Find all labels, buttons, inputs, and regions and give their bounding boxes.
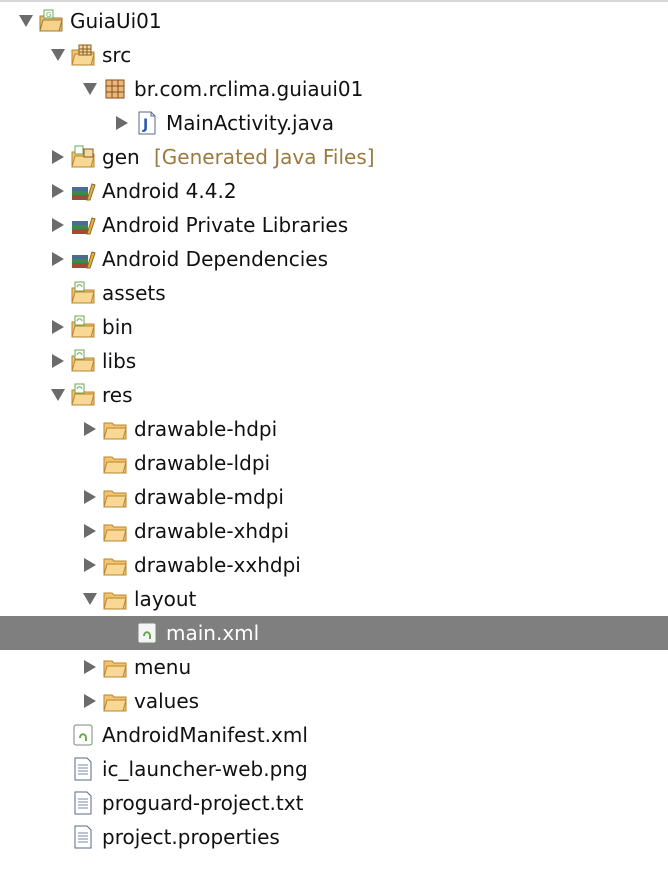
collapse-arrow-icon[interactable] — [80, 412, 100, 446]
xml-file-icon — [134, 621, 160, 645]
tree-item-decoration: [Generated Java Files] — [154, 145, 375, 169]
collapse-arrow-icon[interactable] — [48, 140, 68, 174]
tree-item-label: drawable-hdpi — [134, 417, 278, 441]
tree-item-label: proguard-project.txt — [102, 791, 304, 815]
text-file-icon — [70, 825, 96, 849]
tree-item-label: br.com.rclima.guiaui01 — [134, 77, 364, 101]
collapse-arrow-icon[interactable] — [48, 174, 68, 208]
tree-item-label: values — [134, 689, 200, 713]
tree-row[interactable]: Android Private Libraries — [0, 208, 668, 242]
tree-row[interactable]: layout — [0, 582, 668, 616]
top-edge — [0, 0, 668, 2]
package-icon — [102, 77, 128, 101]
tree-item-label: src — [102, 43, 132, 67]
tree-row[interactable]: drawable-xxhdpi — [0, 548, 668, 582]
tree-row[interactable]: bin — [0, 310, 668, 344]
tree-row[interactable]: menu — [0, 650, 668, 684]
tree-row[interactable]: Android 4.4.2 — [0, 174, 668, 208]
folder-icon — [102, 451, 128, 475]
collapse-arrow-icon[interactable] — [48, 310, 68, 344]
android-folder-icon — [70, 349, 96, 373]
library-icon — [70, 179, 96, 203]
text-file-icon — [70, 791, 96, 815]
android-folder-icon — [70, 383, 96, 407]
tree-row[interactable]: ic_launcher-web.png — [0, 752, 668, 786]
svg-text:J: J — [142, 117, 148, 133]
expand-arrow-icon[interactable] — [80, 582, 100, 616]
tree-row[interactable]: values — [0, 684, 668, 718]
folder-icon — [102, 553, 128, 577]
tree-item-label: menu — [134, 655, 192, 679]
tree-item-label: main.xml — [166, 621, 260, 645]
expand-arrow-icon[interactable] — [48, 38, 68, 72]
java-file-icon: J — [134, 111, 160, 135]
tree-item-label: Android Dependencies — [102, 247, 329, 271]
collapse-arrow-icon[interactable] — [80, 650, 100, 684]
tree-item-label: project.properties — [102, 825, 280, 849]
tree-row[interactable]: drawable-ldpi — [0, 446, 668, 480]
tree-row[interactable]: Android Dependencies — [0, 242, 668, 276]
tree-item-label: drawable-xhdpi — [134, 519, 290, 543]
svg-text:G: G — [46, 11, 51, 19]
tree-row[interactable]: drawable-mdpi — [0, 480, 668, 514]
tree-item-label: GuiaUi01 — [70, 9, 162, 33]
android-folder-icon — [70, 315, 96, 339]
tree-item-label: drawable-ldpi — [134, 451, 271, 475]
expand-arrow-icon[interactable] — [80, 72, 100, 106]
library-icon — [70, 247, 96, 271]
folder-icon — [102, 485, 128, 509]
tree-item-label: res — [102, 383, 133, 407]
collapse-arrow-icon[interactable] — [80, 480, 100, 514]
package-explorer-tree: G GuiaUi01 src br.com.rclima.guiaui01 J MainA… — [0, 0, 668, 878]
folder-icon — [102, 587, 128, 611]
expand-arrow-icon[interactable] — [48, 378, 68, 412]
folder-icon — [102, 655, 128, 679]
collapse-arrow-icon[interactable] — [80, 548, 100, 582]
collapse-arrow-icon[interactable] — [48, 208, 68, 242]
tree-item-label: libs — [102, 349, 137, 373]
tree-row[interactable]: br.com.rclima.guiaui01 — [0, 72, 668, 106]
tree-row[interactable]: gen [Generated Java Files] — [0, 140, 668, 174]
tree-row[interactable]: project.properties — [0, 820, 668, 854]
tree-row[interactable]: assets — [0, 276, 668, 310]
android-folder-icon — [70, 281, 96, 305]
tree-item-label: Android 4.4.2 — [102, 179, 237, 203]
collapse-arrow-icon[interactable] — [80, 514, 100, 548]
tree-item-label: bin — [102, 315, 133, 339]
tree-item-label: MainActivity.java — [166, 111, 334, 135]
tree-item-label: assets — [102, 281, 166, 305]
collapse-arrow-icon[interactable] — [48, 242, 68, 276]
tree-item-label: AndroidManifest.xml — [102, 723, 308, 747]
tree-item-label: layout — [134, 587, 197, 611]
collapse-arrow-icon[interactable] — [80, 684, 100, 718]
folder-icon — [102, 689, 128, 713]
tree-row[interactable]: proguard-project.txt — [0, 786, 668, 820]
project-icon: G — [38, 9, 64, 33]
collapse-arrow-icon[interactable] — [48, 344, 68, 378]
collapse-arrow-icon[interactable] — [112, 106, 132, 140]
source-folder-icon — [70, 43, 96, 67]
tree-row[interactable]: drawable-hdpi — [0, 412, 668, 446]
tree-row[interactable]: res — [0, 378, 668, 412]
tree-row[interactable]: G GuiaUi01 — [0, 4, 668, 38]
tree-row[interactable]: AndroidManifest.xml — [0, 718, 668, 752]
folder-icon — [102, 519, 128, 543]
text-file-icon — [70, 757, 96, 781]
library-icon — [70, 213, 96, 237]
folder-icon — [102, 417, 128, 441]
tree-row[interactable]: libs — [0, 344, 668, 378]
gen-folder-icon — [70, 145, 96, 169]
tree-item-label: ic_launcher-web.png — [102, 757, 308, 781]
tree-item-label: drawable-xxhdpi — [134, 553, 301, 577]
xml-file-icon — [70, 723, 96, 747]
tree-row[interactable]: J MainActivity.java — [0, 106, 668, 140]
tree-row[interactable]: main.xml — [0, 616, 668, 650]
tree-row[interactable]: drawable-xhdpi — [0, 514, 668, 548]
tree-row[interactable]: src — [0, 38, 668, 72]
tree-item-label: drawable-mdpi — [134, 485, 284, 509]
expand-arrow-icon[interactable] — [16, 4, 36, 38]
tree-item-label: Android Private Libraries — [102, 213, 349, 237]
tree-item-label: gen — [102, 145, 140, 169]
